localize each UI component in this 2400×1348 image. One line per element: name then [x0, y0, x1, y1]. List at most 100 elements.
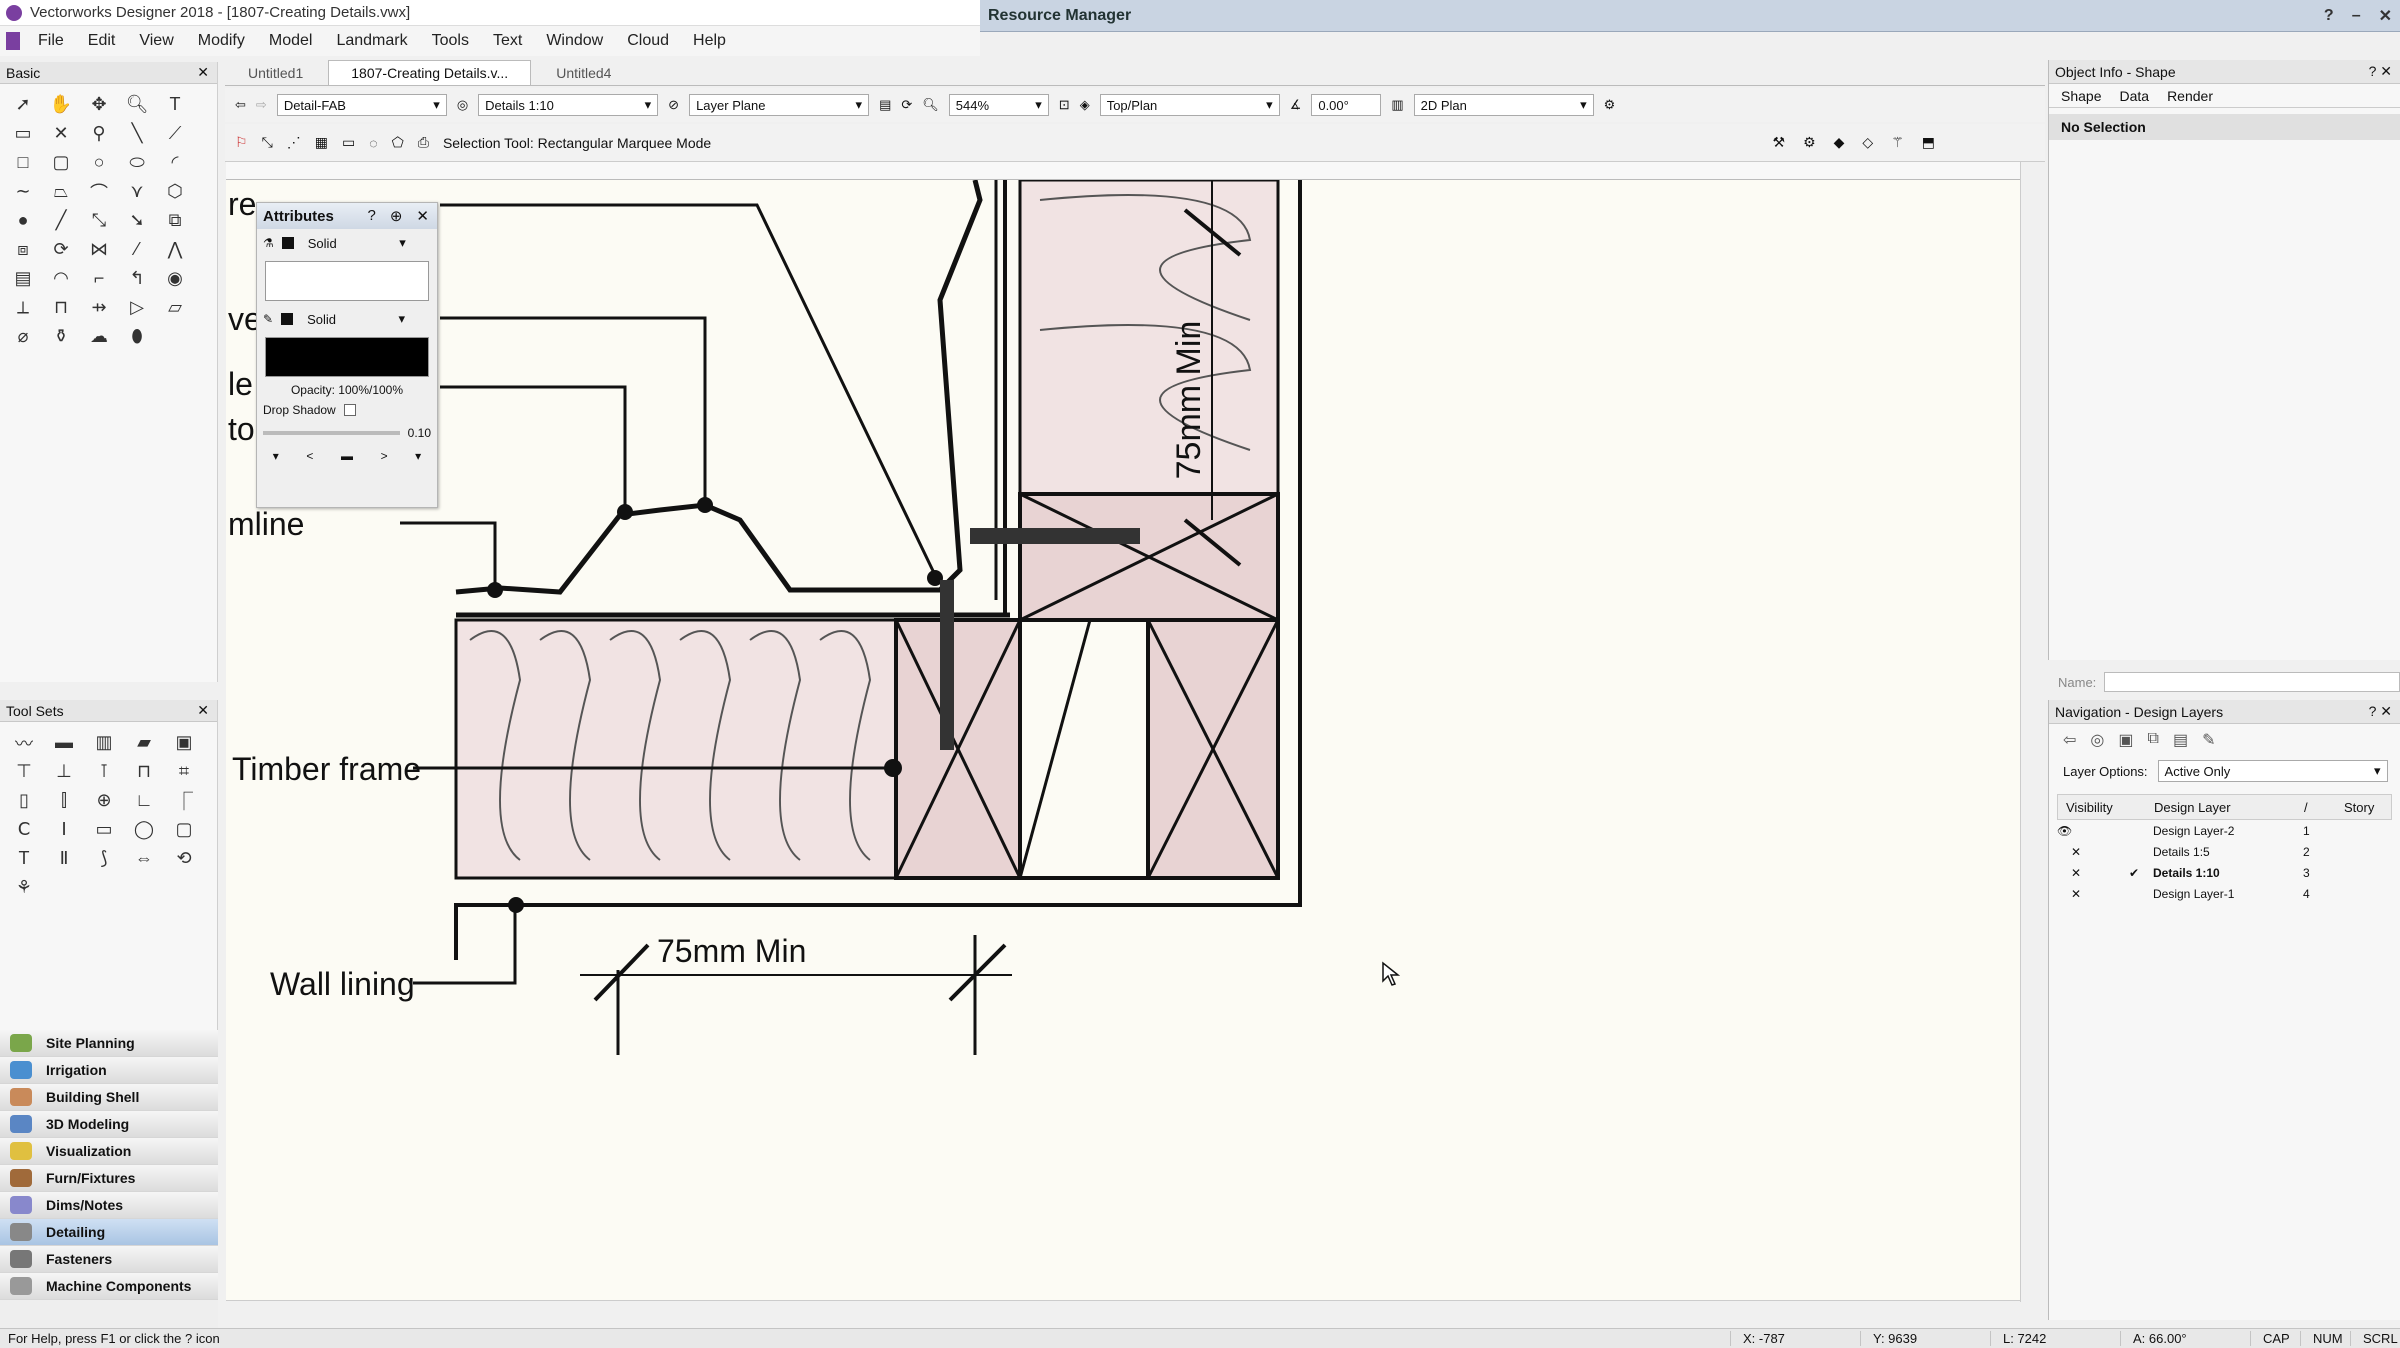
- attribute-mapping-tool-icon[interactable]: ▤: [4, 264, 42, 293]
- toolset-fasteners[interactable]: Fasteners: [0, 1246, 218, 1273]
- pipe-tool-icon[interactable]: ◯: [124, 815, 164, 844]
- spiral-tool-icon[interactable]: ●: [4, 206, 42, 235]
- fit-icon[interactable]: ⊡: [1059, 97, 1070, 113]
- end-marker-icon[interactable]: >: [381, 449, 388, 463]
- name-field[interactable]: [2104, 672, 2400, 692]
- chevron-down-icon[interactable]: ▾: [273, 449, 279, 463]
- wand-tool-icon[interactable]: ◉: [156, 264, 194, 293]
- strap-tool-icon[interactable]: ⇔: [124, 844, 164, 873]
- menu-help[interactable]: Help: [681, 32, 738, 50]
- close-icon[interactable]: ? ✕: [2369, 703, 2392, 720]
- reshape-tool-icon[interactable]: ⤡: [80, 206, 118, 235]
- opacity-row[interactable]: Opacity: 100%/100%: [257, 381, 437, 399]
- zoom-dropdown[interactable]: 544% ▾: [948, 94, 1049, 116]
- render-mode-icon[interactable]: ▥: [1391, 97, 1403, 113]
- menu-text[interactable]: Text: [481, 32, 534, 50]
- toolset-detailing[interactable]: Detailing: [0, 1219, 218, 1246]
- freehand-tool-icon[interactable]: ∼: [4, 177, 42, 206]
- minimize-icon[interactable]: –: [2352, 7, 2361, 25]
- snap-to-angle-icon[interactable]: ◆: [1834, 134, 1845, 151]
- trim-tool-icon[interactable]: ⌐: [80, 264, 118, 293]
- pan-tool-icon[interactable]: ✋: [42, 90, 80, 119]
- arc-tool-icon[interactable]: ◜: [156, 148, 194, 177]
- tangent-icon[interactable]: ⬒: [1922, 134, 1935, 151]
- duplicate-layer-icon[interactable]: ⧉: [2148, 730, 2159, 750]
- move-tool-icon[interactable]: ⇸: [80, 293, 118, 322]
- dimension-tool-icon[interactable]: ⟋: [156, 119, 194, 148]
- visibility-x-icon[interactable]: ✕: [2057, 887, 2089, 901]
- menu-modify[interactable]: Modify: [186, 32, 257, 50]
- start-marker-icon[interactable]: <: [306, 449, 313, 463]
- washer-tool-icon[interactable]: ▯: [4, 786, 44, 815]
- flashing-tool-icon[interactable]: ⎾: [164, 786, 204, 815]
- pin-icon[interactable]: ⊕: [390, 207, 403, 225]
- toolset-dims-notes[interactable]: Dims/Notes: [0, 1192, 218, 1219]
- connect-tool-icon[interactable]: ◠: [42, 264, 80, 293]
- chevron-down-icon[interactable]: ▾: [415, 449, 421, 463]
- lumber-tool-icon[interactable]: ▰: [124, 728, 164, 757]
- flyover-tool-icon[interactable]: ✥: [80, 90, 118, 119]
- visibility-x-icon[interactable]: ✕: [2057, 845, 2089, 859]
- options-icon[interactable]: ▦: [315, 134, 328, 151]
- drop-shadow-checkbox[interactable]: [343, 404, 356, 416]
- chain-tool-icon[interactable]: ⟲: [164, 844, 204, 873]
- close-icon[interactable]: ✕: [2379, 6, 2392, 26]
- bend-tool-icon[interactable]: ↰: [118, 264, 156, 293]
- preferences-icon[interactable]: ⎙: [418, 134, 429, 151]
- fixing-tool-icon[interactable]: ⊕: [84, 786, 124, 815]
- rotate-plan-icon[interactable]: ⟳: [901, 97, 912, 113]
- snap-to-object-icon[interactable]: ⚙: [1803, 134, 1816, 151]
- hatch-tool-icon[interactable]: ▥: [84, 728, 124, 757]
- double-line-tool-icon[interactable]: ⋎: [118, 177, 156, 206]
- hinge-tool-icon[interactable]: ⟂: [4, 293, 42, 322]
- z-section-tool-icon[interactable]: ⟆: [84, 844, 124, 873]
- toolset-building-shell[interactable]: Building Shell: [0, 1084, 218, 1111]
- text-tool-icon[interactable]: T: [156, 90, 194, 119]
- back-icon[interactable]: ⇦: [2063, 730, 2076, 750]
- new-layer-icon[interactable]: ▣: [2118, 730, 2133, 750]
- mirror-tool-icon[interactable]: ⧈: [4, 235, 42, 264]
- toolset-3d-modeling[interactable]: 3D Modeling: [0, 1111, 218, 1138]
- rotate-tool-icon[interactable]: ⟳: [42, 235, 80, 264]
- layer-row[interactable]: ✕ Design Layer-1 4: [2057, 883, 2392, 904]
- weld-tool-icon[interactable]: ⚘: [4, 873, 44, 902]
- fill-style-dropdown[interactable]: Solid ▾: [302, 232, 412, 254]
- angle-tool-icon[interactable]: ∟: [124, 786, 164, 815]
- snap-to-grid-icon[interactable]: ⚒: [1773, 134, 1786, 151]
- lasso-marquee-icon[interactable]: ◌: [369, 135, 377, 151]
- select-mode-icon[interactable]: ⤡: [262, 134, 273, 151]
- view-dropdown[interactable]: Top/Plan ▾: [1099, 94, 1280, 116]
- selection-tool-icon[interactable]: ➚: [4, 90, 42, 119]
- polyline-tool-icon[interactable]: ⌒: [80, 177, 118, 206]
- menu-model[interactable]: Model: [257, 32, 325, 50]
- resource-manager-title-bar[interactable]: Resource Manager ? – ✕: [980, 0, 2400, 32]
- locus-tool-icon[interactable]: ╱: [42, 206, 80, 235]
- tab-untitled4[interactable]: Untitled4: [533, 60, 634, 85]
- toolset-visualization[interactable]: Visualization: [0, 1138, 218, 1165]
- layer-dropdown[interactable]: Details 1:10 ▾: [478, 94, 659, 116]
- rectangle-select-tool-icon[interactable]: ▭: [4, 119, 42, 148]
- drape-tool-icon[interactable]: ⏥: [156, 293, 194, 322]
- attributes-header[interactable]: Attributes ? ⊕ ✕: [257, 203, 437, 229]
- menu-file[interactable]: File: [26, 32, 76, 50]
- tab-shape[interactable]: Shape: [2061, 88, 2101, 104]
- zoom-tool-icon[interactable]: 🔍︎: [118, 90, 156, 119]
- visible-eye-icon[interactable]: 👁: [2057, 824, 2089, 838]
- paint-tool-icon[interactable]: ⚱: [42, 322, 80, 351]
- close-icon[interactable]: ✕: [197, 702, 209, 719]
- circle-tool-icon[interactable]: ○: [80, 148, 118, 177]
- timber-tool-icon[interactable]: ▬: [44, 728, 84, 757]
- document-icon[interactable]: [6, 32, 20, 50]
- delete-tool-icon[interactable]: ✕: [42, 119, 80, 148]
- back-icon[interactable]: ⇦: [235, 97, 246, 113]
- batt-insulation-tool-icon[interactable]: 〰: [4, 728, 44, 757]
- close-icon[interactable]: ✕: [197, 64, 209, 81]
- material-tool-icon[interactable]: ▣: [164, 728, 204, 757]
- regular-polygon-tool-icon[interactable]: ⬡: [156, 177, 194, 206]
- wide-flange-tool-icon[interactable]: Ⅱ: [44, 844, 84, 873]
- menu-view[interactable]: View: [127, 32, 185, 50]
- view-icon[interactable]: ◈: [1080, 97, 1090, 113]
- layer-visibility-icon[interactable]: ◎: [2090, 730, 2104, 750]
- extend-tool-icon[interactable]: ⊓: [42, 293, 80, 322]
- menu-window[interactable]: Window: [534, 32, 615, 50]
